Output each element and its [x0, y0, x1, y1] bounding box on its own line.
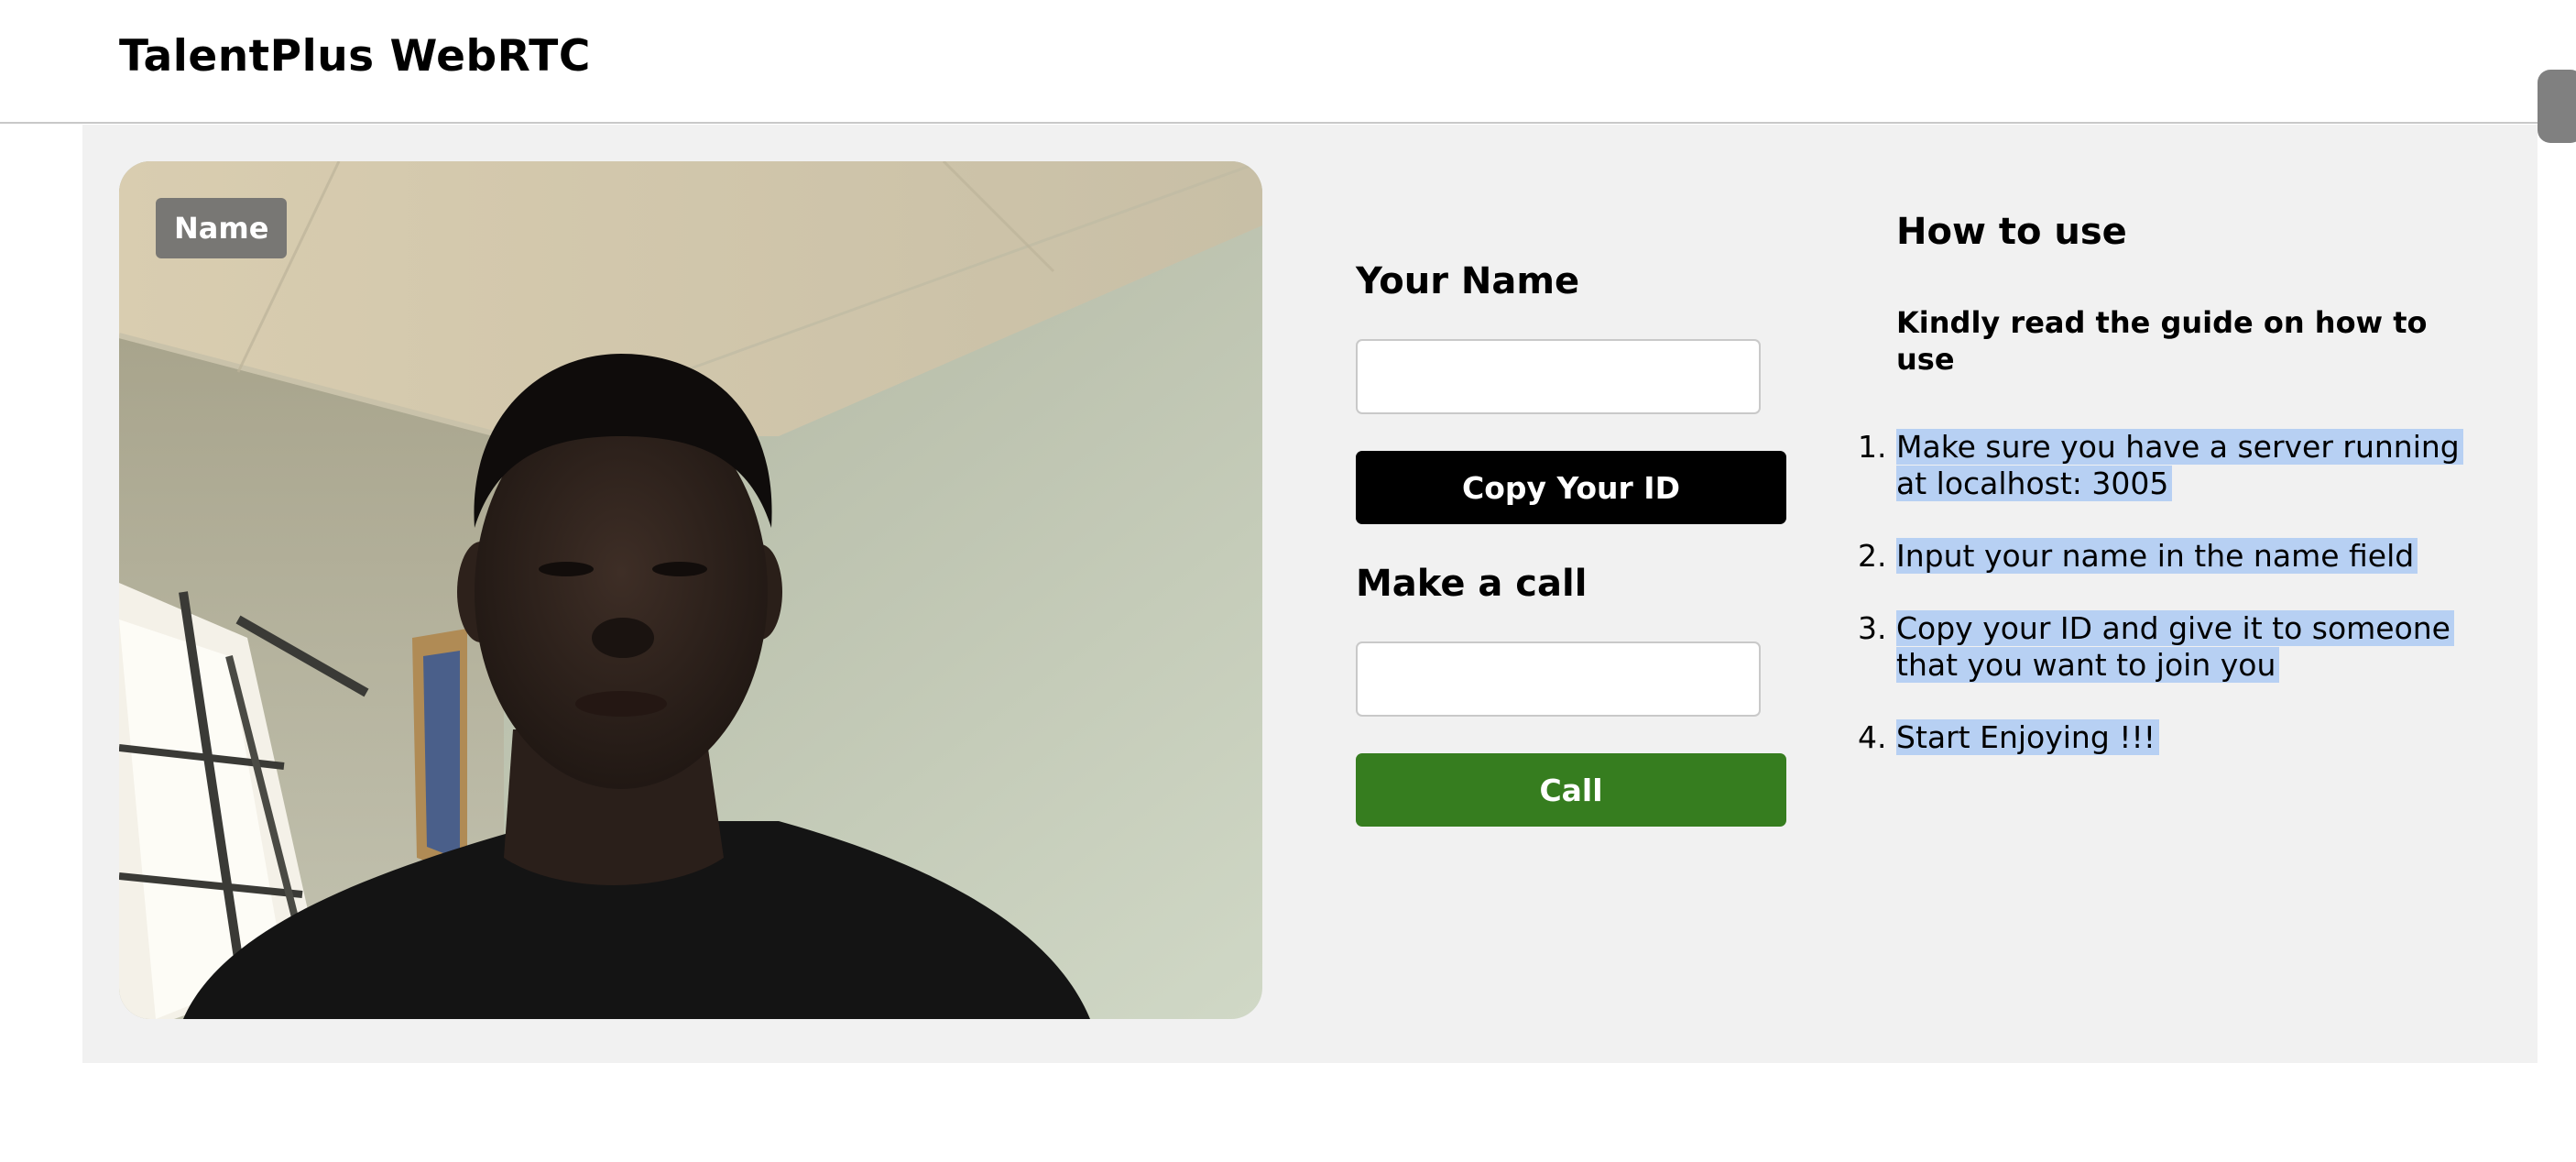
guide-step: 4. Start Enjoying !!! [1858, 719, 2483, 756]
main-panel: Name Your Name Copy Your ID Make a call … [82, 125, 2538, 1063]
camera-feed-image [119, 161, 1262, 1019]
step-text-line: that you want to join you [1896, 647, 2280, 683]
call-form: Your Name Copy Your ID Make a call Call [1356, 235, 1786, 827]
call-button[interactable]: Call [1356, 753, 1786, 827]
step-text-line: at localhost: 3005 [1896, 466, 2173, 501]
guide-step: 2. Input your name in the name field [1858, 538, 2483, 575]
name-input[interactable] [1356, 339, 1761, 414]
call-id-input[interactable] [1356, 641, 1761, 717]
guide-title: How to use [1896, 211, 2127, 253]
step-number: 3. [1858, 610, 1887, 646]
guide-steps: 1. Make sure you have a server running a… [1858, 429, 2483, 756]
guide-step: 3. Copy your ID and give it to someone t… [1858, 610, 2483, 684]
your-name-heading: Your Name [1356, 260, 1580, 302]
step-text-line: Make sure you have a server running [1896, 429, 2463, 465]
app-title: TalentPlus WebRTC [119, 31, 591, 82]
guide-subtitle: Kindly read the guide on how to use [1896, 305, 2428, 377]
step-text-line: Input your name in the name field [1896, 538, 2418, 574]
step-text-line: Start Enjoying !!! [1896, 719, 2159, 755]
step-number: 2. [1858, 538, 1887, 574]
guide-step: 1. Make sure you have a server running a… [1858, 429, 2483, 502]
make-call-heading: Make a call [1356, 563, 1588, 605]
copy-id-button[interactable]: Copy Your ID [1356, 451, 1786, 524]
app-header: TalentPlus WebRTC [0, 0, 2576, 124]
step-number: 1. [1858, 429, 1887, 465]
scrollbar-handle[interactable] [2538, 70, 2576, 143]
step-number: 4. [1858, 719, 1887, 755]
local-video: Name [119, 161, 1262, 1019]
video-name-tag: Name [156, 198, 288, 258]
step-text-line: Copy your ID and give it to someone [1896, 610, 2454, 646]
usage-guide: How to use Kindly read the guide on how … [1858, 211, 2483, 792]
